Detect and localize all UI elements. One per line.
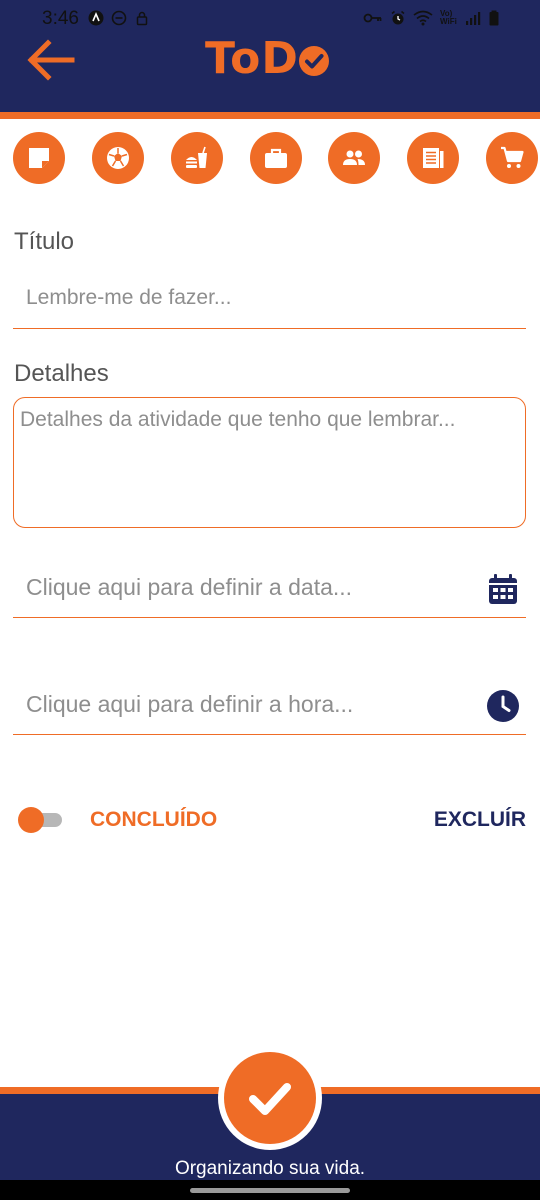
cart-icon [501,146,524,168]
vpn-key-icon [363,13,382,23]
header-divider [0,112,540,119]
details-textarea[interactable]: Detalhes da atividade que tenho que lemb… [13,397,526,528]
delete-button[interactable]: EXCLUÍR [434,808,526,832]
signal-icon [466,12,481,25]
category-food-button[interactable] [171,132,223,184]
title-placeholder: Lembre-me de fazer... [26,286,232,309]
title-input[interactable]: Lembre-me de fazer... [13,272,526,329]
category-note-button[interactable] [13,132,65,184]
briefcase-icon [265,148,287,168]
do-not-disturb-icon [111,10,127,26]
alarm-icon [391,10,405,25]
home-gesture-handle[interactable] [190,1188,350,1193]
category-shopping-button[interactable] [486,132,538,184]
app-slogan: Organizando sua vida. [174,1158,366,1179]
people-icon [343,150,365,165]
category-people-button[interactable] [328,132,380,184]
app-notification-icon [88,10,104,26]
back-button[interactable] [24,34,76,86]
time-placeholder: Clique aqui para definir a hora... [26,691,354,717]
details-label: Detalhes [14,360,109,387]
sticky-note-icon [29,148,49,168]
save-fab-button[interactable] [224,1052,316,1144]
category-work-button[interactable] [250,132,302,184]
system-nav-bar [0,1180,540,1200]
newspaper-icon [423,148,444,168]
app-logo: ToD [205,30,331,86]
category-news-button[interactable] [407,132,459,184]
category-selector [0,132,540,186]
date-placeholder: Clique aqui para definir a data... [26,574,353,600]
status-time: 3:46 [42,8,79,29]
check-icon [249,1083,291,1115]
title-label: Título [14,228,75,255]
toggle-thumb [18,807,44,833]
check-circle-icon [298,46,329,76]
network-label: Vo) WiFi [440,9,457,26]
lock-icon [136,11,148,26]
battery-icon [489,10,499,26]
date-picker-field[interactable]: Clique aqui para definir a data... [13,560,526,618]
fastfood-icon [186,146,207,168]
category-sports-button[interactable] [92,132,144,184]
clock-icon[interactable] [486,689,520,723]
details-placeholder: Detalhes da atividade que tenho que lemb… [20,408,456,431]
time-picker-field[interactable]: Clique aqui para definir a hora... [13,677,526,735]
arrow-left-icon [27,39,75,81]
logo-text: ToD [205,32,299,84]
done-label[interactable]: CONCLUÍDO [90,808,217,832]
done-toggle[interactable] [18,806,64,834]
soccer-ball-icon [107,147,129,169]
wifi-icon [413,10,433,26]
calendar-icon[interactable] [488,573,518,605]
